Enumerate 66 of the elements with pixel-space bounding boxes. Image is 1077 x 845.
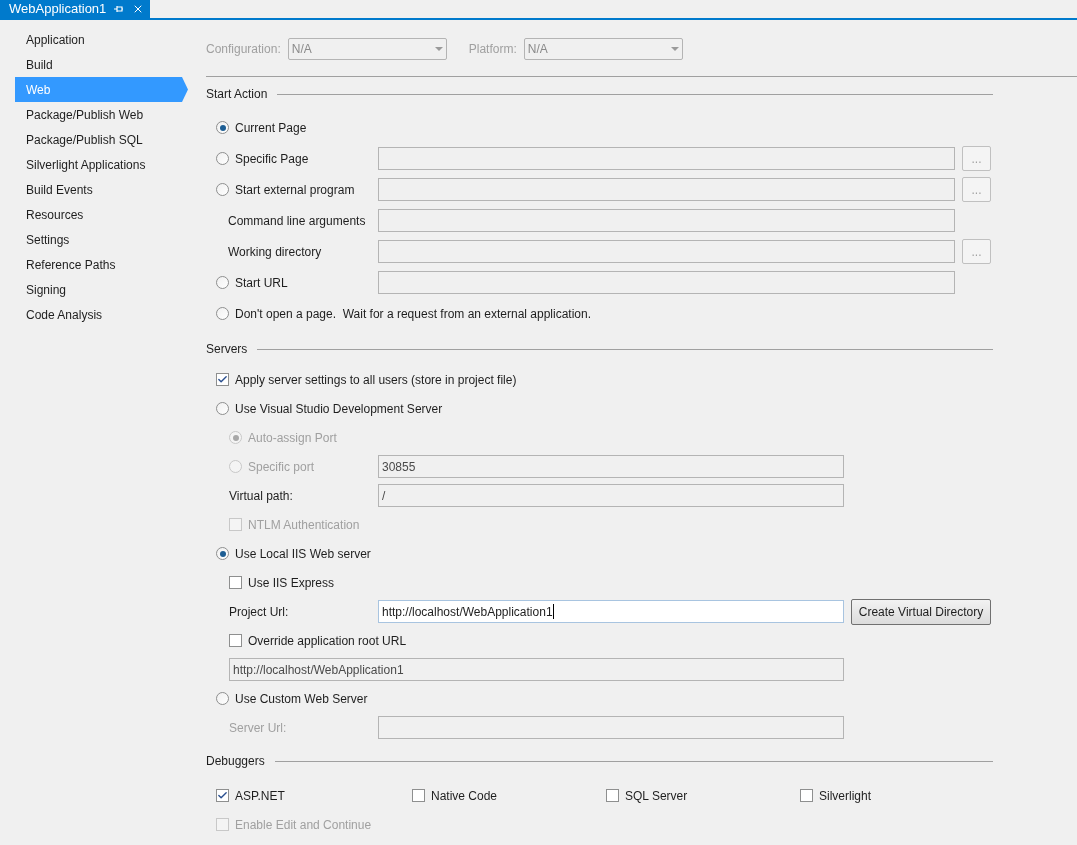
- option-label: Override application root URL: [248, 632, 407, 650]
- option-label: Use Local IIS Web server: [235, 545, 371, 563]
- option-label: Use Visual Studio Development Server: [235, 400, 443, 418]
- create-directory-button[interactable]: Create Virtual Directory: [851, 598, 991, 625]
- radio-button[interactable]: [216, 692, 229, 705]
- sidebar-item[interactable]: Application: [15, 27, 188, 52]
- radio-button[interactable]: [216, 152, 229, 165]
- field-label: Command line arguments: [227, 212, 366, 230]
- caret-icon: [670, 47, 679, 51]
- option-label: Enable Edit and Continue: [235, 816, 372, 834]
- option-label: Specific Page: [235, 150, 309, 168]
- selector-label: Configuration:: [206, 41, 281, 58]
- checkbox[interactable]: [216, 373, 229, 386]
- caret-icon: [434, 47, 443, 51]
- checkbox[interactable]: [606, 789, 619, 802]
- sidebar-item[interactable]: Resources: [15, 202, 188, 227]
- option-label: ASP.NET: [235, 787, 285, 805]
- document-tab[interactable]: WebApplication1: [0, 0, 151, 18]
- sidebar-item[interactable]: Build Events: [15, 177, 188, 202]
- sidebar-item[interactable]: Code Analysis: [15, 302, 188, 327]
- radio-button[interactable]: [216, 402, 229, 415]
- tab-title: WebApplication1: [9, 0, 107, 19]
- option-label: Silverlight: [819, 787, 872, 805]
- option-label: NTLM Authentication: [248, 516, 360, 534]
- sidebar-item[interactable]: Package/Publish Web: [15, 102, 188, 127]
- checkbox[interactable]: [800, 789, 813, 802]
- sidebar-item[interactable]: Package/Publish SQL: [15, 127, 188, 152]
- field-label: Working directory: [227, 243, 322, 261]
- option-label: Start URL: [235, 274, 288, 292]
- field-value: http://localhost/WebApplication1: [233, 661, 404, 679]
- option-label: Use Custom Web Server: [235, 690, 368, 708]
- option-label: Apply server settings to all users (store in project file): [235, 371, 517, 389]
- option-label: Current Page: [235, 119, 307, 137]
- field-label: Project Url:: [229, 603, 289, 621]
- sidebar-item[interactable]: Reference Paths: [15, 252, 188, 277]
- field-value: http://localhost/WebApplication1: [382, 603, 553, 621]
- field-value: /: [382, 487, 386, 505]
- sidebar-item[interactable]: Silverlight Applications: [15, 152, 188, 177]
- sidebar-item[interactable]: Signing: [15, 277, 188, 302]
- field-label: Server Url:: [229, 719, 287, 737]
- checkbox[interactable]: [216, 789, 229, 802]
- sidebar-item[interactable]: Build: [15, 52, 188, 77]
- field-label: Virtual path:: [229, 487, 293, 505]
- pin-icon[interactable]: [114, 4, 125, 14]
- checkbox[interactable]: [412, 789, 425, 802]
- field-value: 30855: [382, 458, 416, 476]
- option-label: Native Code: [431, 787, 498, 805]
- option-label: SQL Server: [625, 787, 688, 805]
- option-label: Use IIS Express: [248, 574, 335, 592]
- option-label: Don't open a page. Wait for a request from an external application.: [235, 305, 592, 323]
- checkbox[interactable]: [229, 634, 242, 647]
- option-label: Start external program: [235, 181, 355, 199]
- option-label: Auto-assign Port: [248, 429, 337, 447]
- radio-button[interactable]: [216, 276, 229, 289]
- radio-button[interactable]: [216, 121, 229, 134]
- section-title: Debuggers: [206, 753, 265, 770]
- selector-label: Platform:: [468, 41, 517, 58]
- section-title: Servers: [206, 341, 248, 358]
- checkbox[interactable]: [229, 576, 242, 589]
- sidebar-item[interactable]: Settings: [15, 227, 188, 252]
- option-label: Specific port: [248, 458, 315, 476]
- radio-button[interactable]: [216, 307, 229, 320]
- section-title: Start Action: [206, 86, 268, 103]
- radio-button[interactable]: [216, 547, 229, 560]
- input-field[interactable]: http://localhost/WebApplication1: [378, 600, 844, 623]
- radio-button[interactable]: [216, 183, 229, 196]
